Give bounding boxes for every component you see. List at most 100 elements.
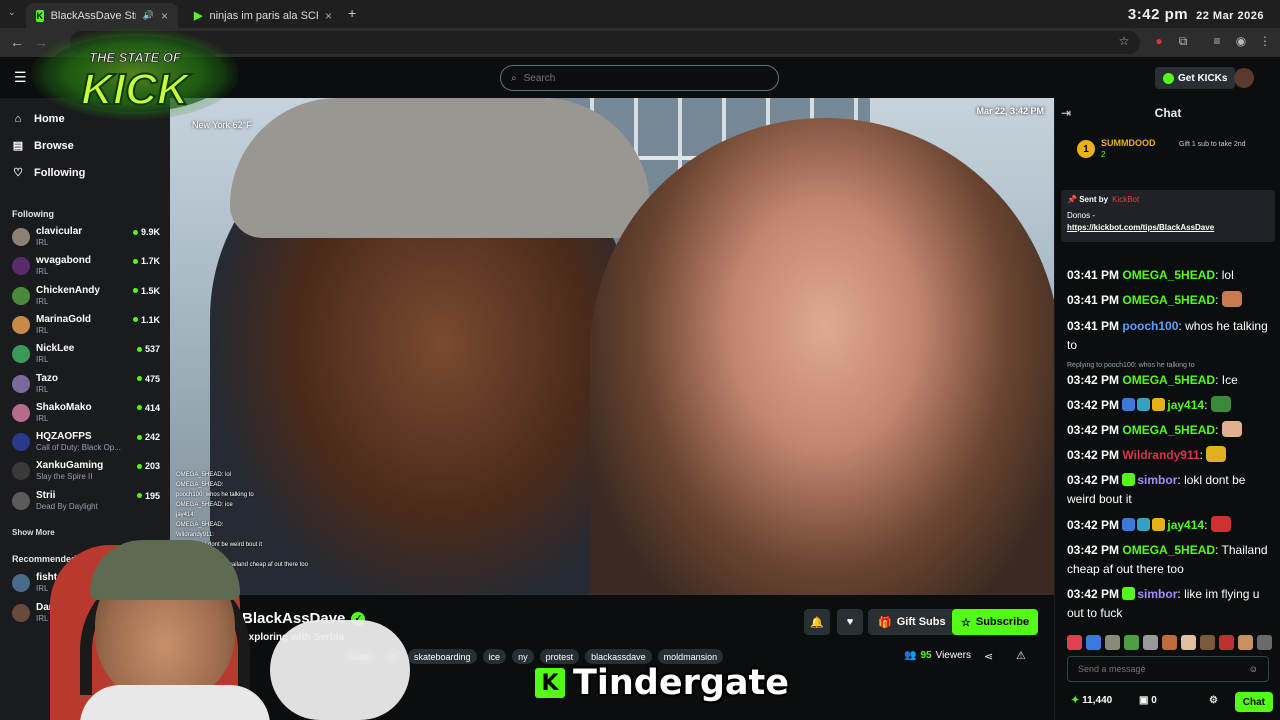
message-time: 03:42 PM xyxy=(1067,398,1120,412)
kicks-balance-value: 11,440 xyxy=(1082,695,1113,706)
channel-avatar xyxy=(12,228,30,246)
message-user[interactable]: OMEGA_5HEAD xyxy=(1122,373,1215,387)
chat-message[interactable]: 03:42 PM simbor: like im flying u out to… xyxy=(1067,585,1273,623)
share-icon[interactable]: ⋖ xyxy=(984,650,993,663)
clock-date: 22 Mar 2026 xyxy=(1196,10,1264,22)
hamburger-icon[interactable]: ☰ xyxy=(14,69,27,86)
message-user[interactable]: jay414 xyxy=(1167,518,1204,532)
chat-input-box[interactable]: ☺ xyxy=(1067,656,1269,682)
user-avatar[interactable] xyxy=(1234,68,1254,88)
emote-icon[interactable] xyxy=(1162,635,1177,650)
message-user[interactable]: OMEGA_5HEAD xyxy=(1122,543,1215,557)
tab-dropdown-icon[interactable]: ⌄ xyxy=(8,7,16,18)
emote-icon[interactable] xyxy=(1219,635,1234,650)
close-tab-icon[interactable]: × xyxy=(161,9,168,23)
search-box[interactable]: ⌕ xyxy=(500,65,779,91)
chat-message[interactable]: 03:41 PM OMEGA_5HEAD: lol xyxy=(1067,266,1273,285)
emote-icon[interactable] xyxy=(1200,635,1215,650)
sidebar-channel[interactable]: MarinaGold IRL 1.1K xyxy=(12,314,160,342)
emote-icon[interactable] xyxy=(1143,635,1158,650)
chat-message[interactable]: 03:42 PM simbor: lokl dont be weird bout… xyxy=(1067,471,1273,509)
stream-tag[interactable]: skateboarding xyxy=(408,649,477,664)
message-user[interactable]: OMEGA_5HEAD xyxy=(1122,268,1215,282)
user-badge-icon xyxy=(1152,398,1166,411)
emote-icon[interactable] xyxy=(1067,635,1082,650)
sidebar-channel[interactable]: XankuGaming Slay the Spire II 203 xyxy=(12,460,160,488)
gift-subs-button[interactable]: 🎁 Gift Subs xyxy=(868,609,956,635)
new-tab-button[interactable]: + xyxy=(348,5,356,21)
search-input[interactable] xyxy=(523,72,754,84)
reading-list-icon[interactable]: ≡ xyxy=(1210,34,1224,48)
notification-bell-button[interactable]: 🔔 xyxy=(804,609,830,635)
get-kicks-button[interactable]: Get KICKs xyxy=(1155,67,1236,89)
speaker-icon[interactable]: 🔊 xyxy=(143,10,154,21)
nav-browse[interactable]: ▤ Browse xyxy=(12,139,74,153)
message-user[interactable]: simbor xyxy=(1137,587,1177,601)
chat-settings-icon[interactable]: ⚙ xyxy=(1209,695,1218,706)
stream-tag[interactable]: moldmansion xyxy=(657,649,724,664)
chat-message[interactable]: 03:42 PM OMEGA_5HEAD: Ice xyxy=(1067,371,1273,390)
stream-tag[interactable]: protest xyxy=(539,649,580,664)
chat-message[interactable]: 03:42 PM jay414: xyxy=(1067,396,1273,415)
kicks-balance[interactable]: ✦ 11,440 xyxy=(1071,695,1112,706)
subscribe-button[interactable]: ☆ Subscribe xyxy=(952,609,1039,635)
pinned-message[interactable]: 📌 Sent by KickBot Donos - https://kickbot… xyxy=(1061,190,1275,242)
kicks-icon: ✦ xyxy=(1071,695,1080,706)
chat-message[interactable]: 03:42 PM Wildrandy911: xyxy=(1067,446,1273,465)
reply-note: Replying to pooch100: whos he talking to xyxy=(1067,362,1195,369)
stream-tag[interactable]: ice xyxy=(482,649,507,664)
gift-leaderboard[interactable]: 1 SUMMDOOD 2 Gift 1 sub to take 2nd xyxy=(1075,138,1275,164)
message-user[interactable]: jay414 xyxy=(1167,398,1204,412)
channel-avatar xyxy=(12,462,30,481)
sidebar-channel[interactable]: wvagabond IRL 1.7K xyxy=(12,255,160,283)
chat-message[interactable]: 03:42 PM OMEGA_5HEAD: Thailand cheap af … xyxy=(1067,541,1273,579)
chat-message[interactable]: 03:41 PM OMEGA_5HEAD: xyxy=(1067,291,1273,310)
emote-icon[interactable] xyxy=(1105,635,1120,650)
following-header: Following xyxy=(12,209,54,219)
follow-heart-button[interactable]: ♥ xyxy=(837,609,863,635)
extensions-icon[interactable]: ⧉ xyxy=(1176,34,1190,48)
emote-icon[interactable] xyxy=(1086,635,1101,650)
nav-following[interactable]: ♡ Following xyxy=(12,166,85,180)
sidebar-channel[interactable]: Tazo IRL 475 xyxy=(12,373,160,401)
video-player[interactable]: Mar 22, 3:42 PM New York 62°F OMEGA_5HEA… xyxy=(170,98,1054,595)
emote-icon[interactable] xyxy=(1238,635,1253,650)
leader-user: SUMMDOOD xyxy=(1101,138,1156,148)
chat-message-input[interactable] xyxy=(1078,664,1248,674)
sidebar-channel[interactable]: NickLee IRL 537 xyxy=(12,343,160,371)
sidebar-channel[interactable]: HQZAOFPS Call of Duty: Black Op... 242 xyxy=(12,431,160,459)
sidebar-channel[interactable]: clavicular IRL 9.9K xyxy=(12,226,160,254)
message-user[interactable]: Wildrandy911 xyxy=(1122,448,1199,462)
tab-title: BlackAssDave Stream - Wa xyxy=(50,9,136,22)
sidebar-channel[interactable]: Strii Dead By Daylight 195 xyxy=(12,490,160,518)
emote-icon[interactable] xyxy=(1257,635,1272,650)
channel-name: XankuGaming xyxy=(36,460,104,472)
message-user[interactable]: OMEGA_5HEAD xyxy=(1122,293,1215,307)
bot-name: KickBot xyxy=(1112,195,1140,204)
gift-count[interactable]: ▣ 0 xyxy=(1139,695,1157,706)
donation-link[interactable]: https://kickbot.com/tips/BlackAssDave xyxy=(1067,223,1252,232)
profile-icon[interactable]: ◉ xyxy=(1234,34,1248,48)
report-icon[interactable]: ⚠ xyxy=(1016,649,1026,662)
emoji-picker-icon[interactable]: ☺ xyxy=(1249,664,1258,674)
message-user[interactable]: OMEGA_5HEAD xyxy=(1122,423,1215,437)
chat-message[interactable]: 03:42 PM jay414: xyxy=(1067,516,1273,535)
extension-record-icon[interactable]: ● xyxy=(1152,34,1166,48)
send-chat-button[interactable]: Chat xyxy=(1234,692,1273,712)
message-user[interactable]: simbor xyxy=(1137,473,1177,487)
chat-message[interactable]: 03:41 PM pooch100: whos he talking to xyxy=(1067,317,1273,355)
stream-tag[interactable]: ny xyxy=(512,649,534,664)
emote-bar xyxy=(1067,635,1273,651)
menu-kebab-icon[interactable]: ⋮ xyxy=(1258,34,1272,48)
stream-tag[interactable]: blackassdave xyxy=(585,649,652,664)
emote-icon[interactable] xyxy=(1124,635,1139,650)
message-user[interactable]: pooch100 xyxy=(1122,319,1178,333)
channel-category: Dead By Daylight xyxy=(36,501,98,511)
back-icon[interactable]: ← xyxy=(10,34,24,50)
close-tab-icon[interactable]: × xyxy=(325,9,332,23)
sidebar-channel[interactable]: ShakoMako IRL 414 xyxy=(12,402,160,430)
emote-icon[interactable] xyxy=(1181,635,1196,650)
bookmark-star-icon[interactable]: ☆ xyxy=(1117,34,1131,48)
sidebar-channel[interactable]: ChickenAndy IRL 1.5K xyxy=(12,285,160,313)
chat-message[interactable]: 03:42 PM OMEGA_5HEAD: xyxy=(1067,421,1273,440)
